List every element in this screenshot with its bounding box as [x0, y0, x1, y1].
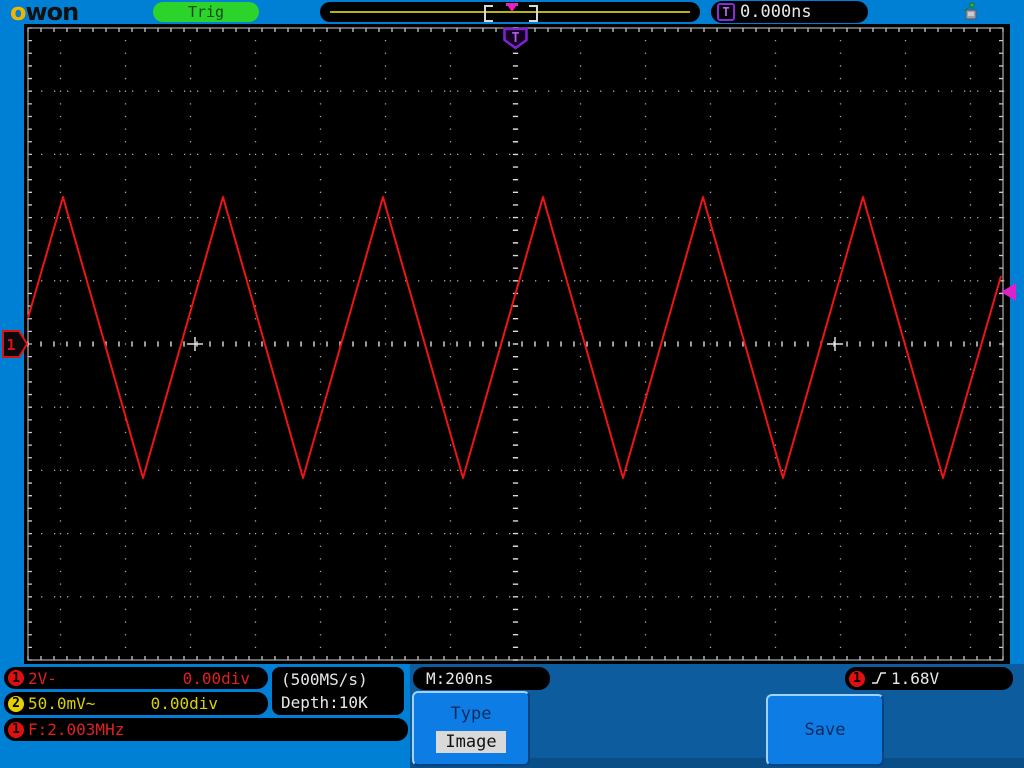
- window-bracket-right-icon: [529, 5, 538, 22]
- save-softkey-button[interactable]: Save: [766, 694, 884, 766]
- channel2-badge: 2: [8, 695, 24, 712]
- owon-logo: owon: [10, 0, 80, 26]
- frequency-counter-readout: 1 F:2.003MHz: [4, 718, 408, 741]
- sample-rate: (500MS/s): [281, 670, 368, 689]
- trigger-status-badge: Trig: [153, 2, 259, 22]
- logo-letters-won: won: [25, 0, 80, 26]
- usb-device-icon: [963, 2, 977, 20]
- timebase-readout: M:200ns: [413, 667, 550, 690]
- channel2-position: 0.00div: [150, 694, 218, 713]
- acquisition-readout: (500MS/s) Depth:10K: [272, 667, 404, 715]
- channel1-badge: 1: [8, 670, 24, 686]
- horizontal-position-indicator: [320, 2, 700, 22]
- save-label: Save: [804, 720, 846, 740]
- trigger-source-badge: 1: [849, 670, 865, 687]
- timebase-value: M:200ns: [426, 669, 494, 688]
- trigger-position-pointer-tip-icon: [508, 6, 516, 12]
- scope-background: [24, 22, 1010, 664]
- logo-letter-o: o: [10, 0, 26, 26]
- type-selected-value: Image: [436, 731, 506, 753]
- trigger-position-t-label: T: [512, 31, 520, 46]
- trigger-time-value: 0.000ns: [740, 2, 812, 22]
- trigger-status-label: Trig: [187, 3, 225, 21]
- window-bracket-left-icon: [484, 5, 493, 22]
- type-softkey-button[interactable]: Type Image: [412, 691, 530, 766]
- trigger-level-value: 1.68V: [891, 669, 940, 688]
- scope-display: 1T: [2, 22, 1016, 664]
- memory-depth: Depth:10K: [281, 693, 368, 712]
- channel1-settings-readout: 1 2V- 0.00div: [4, 667, 268, 689]
- trigger-time-readout: T 0.000ns: [711, 1, 868, 23]
- trigger-level-readout: 1 1.68V: [845, 667, 1013, 690]
- frequency-channel-badge: 1: [8, 721, 24, 738]
- frequency-value: F:2.003MHz: [28, 720, 125, 739]
- channel2-scale: 50.0mV~: [28, 694, 96, 713]
- channel1-marker-label: 1: [6, 336, 15, 354]
- channel1-position: 0.00div: [182, 668, 250, 688]
- bottom-status-bar: 1 2V- 0.00div 2 50.0mV~ 0.00div (500MS/s…: [0, 664, 1024, 768]
- channel2-settings-readout: 2 50.0mV~ 0.00div: [4, 692, 268, 715]
- trigger-t-icon: T: [717, 3, 735, 21]
- rising-edge-icon: [872, 672, 886, 684]
- type-label: Type: [450, 704, 492, 724]
- top-status-bar: owon Trig T 0.000ns: [0, 0, 1024, 26]
- channel1-scale: 2V-: [28, 668, 57, 688]
